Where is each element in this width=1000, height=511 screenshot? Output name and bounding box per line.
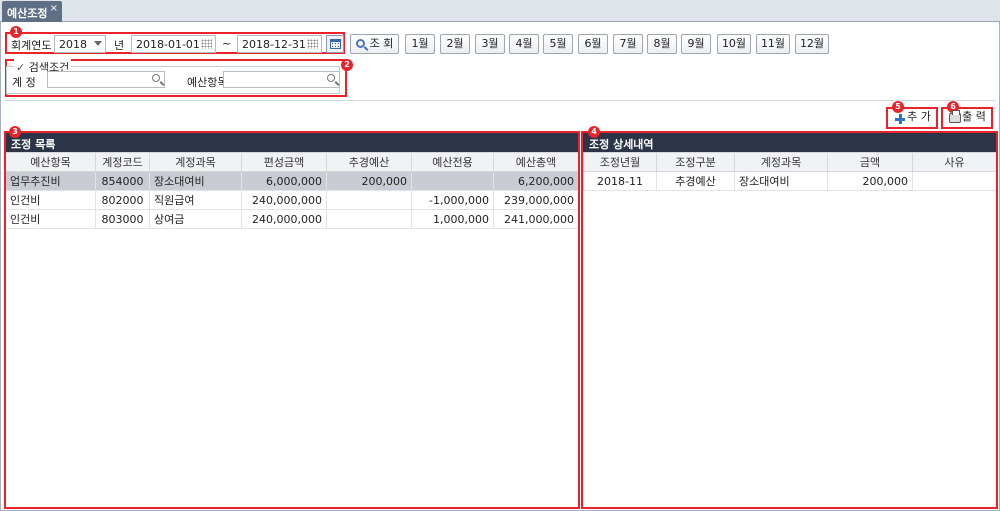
search-button[interactable]: 조 회 xyxy=(350,34,399,54)
date-to-value: 2018-12-31 xyxy=(242,38,306,51)
month-button-2[interactable]: 2월 xyxy=(440,34,470,54)
printer-icon xyxy=(949,110,961,123)
annotation-badge-4: 4 xyxy=(588,126,600,138)
budget-item-label: 예산항목 xyxy=(187,76,228,89)
print-button[interactable]: 출 력 xyxy=(944,109,990,127)
add-button-label: 추 가 xyxy=(907,110,931,123)
month-button-5[interactable]: 5월 xyxy=(543,34,573,54)
date-from-value: 2018-01-01 xyxy=(136,38,200,51)
calendar-icon xyxy=(330,39,341,49)
search-button-label: 조 회 xyxy=(369,37,394,50)
month-button-9[interactable]: 9월 xyxy=(681,34,711,54)
month-button-12[interactable]: 12월 xyxy=(795,34,829,54)
plus-icon xyxy=(895,114,905,124)
fiscal-year-select[interactable]: 2018 xyxy=(54,35,106,53)
date-picker-icon[interactable] xyxy=(307,39,318,49)
search-icon xyxy=(356,39,365,48)
month-button-11[interactable]: 11월 xyxy=(756,34,790,54)
budget-item-search-icon[interactable] xyxy=(327,74,335,82)
checkbox-checked-icon[interactable]: ✓ xyxy=(16,61,25,74)
month-button-6[interactable]: 6월 xyxy=(578,34,608,54)
account-label: 계 정 xyxy=(12,76,36,89)
budget-item-input[interactable] xyxy=(223,71,340,88)
annotation-box-3 xyxy=(4,131,580,509)
month-button-3[interactable]: 3월 xyxy=(475,34,505,54)
tab-close-icon[interactable]: × xyxy=(50,3,58,14)
date-picker-icon[interactable] xyxy=(201,39,212,49)
year-suffix-label: 년 xyxy=(114,39,125,52)
fiscal-year-label: 회계연도 xyxy=(11,39,52,52)
tab-title: 예산조정 xyxy=(7,7,48,20)
month-button-7[interactable]: 7월 xyxy=(613,34,643,54)
fiscal-year-value: 2018 xyxy=(59,38,87,51)
month-button-1[interactable]: 1월 xyxy=(405,34,435,54)
section-divider xyxy=(4,100,996,101)
account-search-icon[interactable] xyxy=(152,74,160,82)
month-button-8[interactable]: 8월 xyxy=(647,34,677,54)
print-button-label: 출 력 xyxy=(962,110,986,123)
calendar-button[interactable] xyxy=(326,35,344,53)
chevron-down-icon xyxy=(94,41,102,46)
account-input[interactable] xyxy=(47,71,165,88)
annotation-badge-2: 2 xyxy=(341,59,353,71)
annotation-box-4 xyxy=(581,131,998,509)
add-button[interactable]: 추 가 xyxy=(889,109,935,127)
annotation-badge-3: 3 xyxy=(9,126,21,138)
tab-bar: 예산조정 × xyxy=(0,0,1000,22)
tab-budget-adjustment[interactable]: 예산조정 × xyxy=(2,1,62,22)
date-from-field[interactable]: 2018-01-01 xyxy=(131,35,216,53)
month-button-4[interactable]: 4월 xyxy=(509,34,539,54)
month-button-10[interactable]: 10월 xyxy=(717,34,751,54)
date-to-field[interactable]: 2018-12-31 xyxy=(237,35,322,53)
date-range-tilde: ~ xyxy=(222,37,232,50)
